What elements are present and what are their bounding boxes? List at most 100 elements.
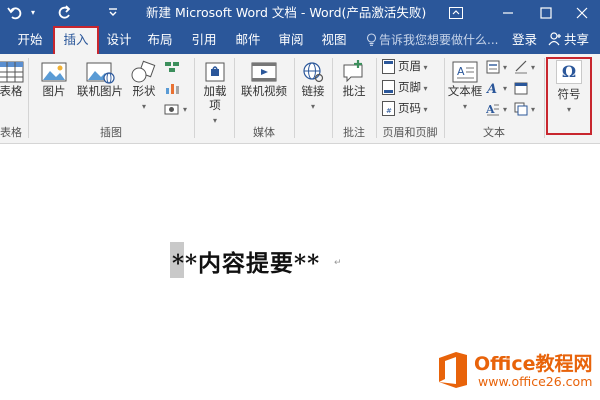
chevron-down-icon: ▾ — [183, 105, 188, 114]
ribbon-display-options-button[interactable] — [438, 0, 474, 26]
textbox-button[interactable]: A 文本框 ▾ — [446, 60, 484, 112]
object-button[interactable]: ▾ — [514, 99, 535, 118]
footer-label: 页脚 — [398, 80, 421, 94]
close-icon — [576, 7, 588, 19]
signature-icon — [515, 60, 527, 73]
smartart-icon — [165, 61, 179, 72]
window-title: 新建 Microsoft Word 文档 - Word(产品激活失败) — [146, 5, 427, 20]
svg-text:A: A — [457, 65, 465, 78]
document-text[interactable]: **内容提要** — [172, 244, 320, 278]
header-button[interactable]: 页眉 ▾ — [382, 57, 428, 76]
table-group-label: 表格 — [0, 126, 22, 139]
online-video-button[interactable]: 联机视频 — [238, 60, 290, 98]
tell-me-text: 告诉我您想要做什么... — [379, 33, 499, 47]
tab-design[interactable]: 设计 — [101, 26, 137, 54]
chart-icon — [166, 83, 179, 94]
addins-button[interactable]: 加载 项 ▾ — [200, 60, 230, 126]
group-divider — [444, 58, 445, 138]
screenshot-button[interactable]: ▾ — [164, 99, 187, 118]
svg-text:A: A — [486, 82, 497, 95]
object-icon — [514, 102, 528, 115]
tab-references[interactable]: 引用 — [186, 26, 222, 54]
footer-button[interactable]: 页脚 ▾ — [382, 78, 428, 97]
quick-parts-button[interactable]: ▾ — [486, 57, 507, 76]
store-icon — [205, 62, 225, 82]
links-button[interactable]: 链接 ▾ — [298, 60, 328, 112]
media-group-label: 媒体 — [253, 126, 275, 139]
text-group-label: 文本 — [483, 126, 505, 139]
chevron-down-icon — [109, 8, 117, 16]
tab-layout[interactable]: 布局 — [142, 26, 178, 54]
minimize-icon — [503, 12, 513, 14]
undo-button[interactable] — [4, 0, 26, 26]
maximize-icon — [540, 7, 552, 19]
undo-dropdown[interactable]: ▾ — [26, 0, 40, 26]
comments-group-label: 批注 — [343, 126, 365, 139]
share-button[interactable]: 共享 — [548, 26, 600, 54]
drop-cap-icon: A — [486, 103, 499, 116]
shapes-button[interactable]: 形状 ▾ — [128, 60, 160, 112]
maximize-button[interactable] — [528, 0, 564, 26]
addins-label-line2: 项 — [209, 98, 221, 112]
lightbulb-icon — [366, 33, 377, 46]
online-picture-label: 联机图片 — [77, 84, 123, 98]
online-video-label: 联机视频 — [241, 84, 287, 98]
tab-mailings[interactable]: 邮件 — [230, 26, 266, 54]
customize-quick-access-button[interactable] — [104, 0, 122, 26]
comment-label: 批注 — [342, 84, 366, 98]
minimize-button[interactable] — [490, 0, 526, 26]
new-comment-button[interactable]: 批注 — [336, 60, 372, 98]
insert-tab-highlight-box — [53, 26, 99, 57]
textbox-icon: A — [452, 61, 478, 83]
sign-in-link[interactable]: 登录 — [512, 26, 537, 54]
tab-review[interactable]: 审阅 — [273, 26, 309, 54]
chart-button[interactable] — [164, 78, 183, 97]
header-icon — [382, 59, 395, 74]
tab-home[interactable]: 开始 — [10, 26, 50, 54]
chevron-down-icon: ▾ — [421, 84, 428, 93]
date-time-button[interactable] — [514, 78, 531, 97]
group-divider — [234, 58, 235, 138]
smartart-button[interactable] — [164, 57, 183, 76]
close-button[interactable] — [564, 0, 600, 26]
picture-icon — [41, 62, 67, 82]
illustrations-group-label: 插图 — [100, 126, 122, 139]
redo-button[interactable] — [54, 0, 76, 26]
chevron-down-icon: ▾ — [421, 105, 428, 114]
title-bar: ▾ 新建 Microsoft Word 文档 - Word(产品激活失败) — [0, 0, 600, 26]
shapes-label: 形状 — [132, 84, 156, 98]
links-label: 链接 — [301, 84, 325, 98]
group-divider — [194, 58, 195, 138]
page-number-button[interactable]: # 页码 ▾ — [382, 99, 428, 118]
chevron-down-icon: ▾ — [503, 63, 508, 72]
ribbon-insert-panel: 表格 表格 图片 联机图片 形状 ▾ ▾ 插图 加载 项 ▾ 联机视频 媒体 链… — [0, 54, 600, 144]
person-add-icon — [548, 32, 561, 46]
chevron-down-icon: ▾ — [141, 102, 146, 111]
chevron-down-icon: ▾ — [310, 102, 315, 111]
screenshot-icon — [164, 104, 179, 114]
svg-text:#: # — [386, 107, 392, 115]
page-number-icon: # — [382, 101, 395, 116]
shapes-icon — [131, 60, 156, 83]
header-footer-group-label: 页眉和页脚 — [382, 126, 438, 139]
tell-me-search[interactable]: 告诉我您想要做什么... — [366, 26, 498, 54]
picture-button[interactable]: 图片 — [38, 60, 70, 98]
chevron-down-icon: ▾ — [531, 63, 536, 72]
redo-icon — [58, 5, 71, 19]
watermark-brand: Office教程网 — [474, 353, 593, 375]
table-icon — [0, 61, 24, 83]
signature-line-button[interactable]: ▾ — [514, 57, 535, 76]
video-icon — [251, 62, 277, 82]
table-button[interactable]: 表格 — [0, 60, 26, 98]
table-label: 表格 — [0, 84, 23, 98]
online-picture-button[interactable]: 联机图片 — [74, 60, 126, 98]
drop-cap-button[interactable]: A ▾ — [486, 99, 507, 118]
chevron-down-icon: ▾ — [531, 105, 536, 114]
chevron-down-icon: ▾ — [503, 105, 508, 114]
ribbon-display-icon — [449, 7, 463, 19]
online-picture-icon — [86, 62, 115, 84]
paragraph-mark-icon: ↵ — [334, 258, 342, 268]
wordart-button[interactable]: A ▾ — [486, 78, 507, 97]
tab-view[interactable]: 视图 — [316, 26, 352, 54]
wordart-icon: A — [486, 82, 497, 95]
